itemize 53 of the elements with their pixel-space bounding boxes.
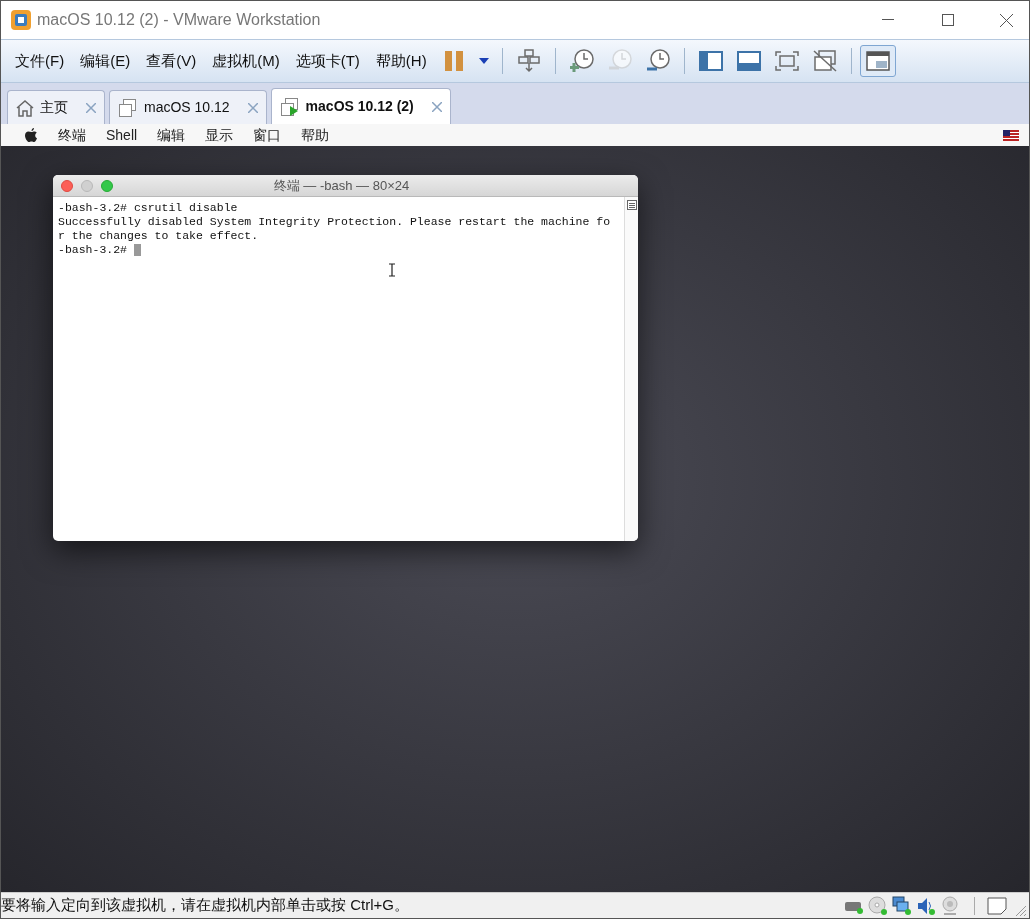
terminal-title: 终端 — -bash — 80×24 [272,176,411,195]
text-cursor-icon [388,263,396,277]
resize-grip-icon[interactable] [1013,903,1027,917]
terminal-prompt: -bash-3.2# [58,243,127,257]
menu-item[interactable]: 帮助(H) [367,47,435,75]
close-icon[interactable] [247,102,258,113]
tab[interactable]: 主页 [7,90,105,124]
minimize-icon [882,19,894,21]
tab-label: 主页 [40,98,68,117]
terminal-line: r the changes to take effect. [58,229,260,243]
terminal-line: -bash-3.2# csrutil disable [58,201,239,215]
close-icon [999,13,1013,27]
guest-menu-item[interactable]: 编辑 [157,124,186,146]
menu-item[interactable]: 选项卡(T) [287,47,368,75]
console-view-icon [865,51,890,71]
split-pane-icon[interactable] [626,200,637,210]
tab[interactable]: macOS 10.12 (2) [270,88,451,124]
status-text: 要将输入定向到该虚拟机，请在虚拟机内部单击或按 Ctrl+G。 [1,895,409,916]
close-icon[interactable] [86,102,96,113]
network-icon[interactable] [892,895,912,916]
toolbar-button[interactable] [859,45,896,77]
tab-label: macOS 10.12 (2) [305,97,414,116]
home-icon [16,98,34,117]
tab-label: macOS 10.12 [144,98,230,117]
caret-icon [478,58,489,64]
guest-menu-item[interactable]: 终端 [58,124,86,146]
pause-icon [444,51,463,71]
window-title: macOS 10.12 (2) - VMware Workstation [37,10,321,30]
note-icon[interactable] [987,896,1007,915]
menu-item[interactable]: 编辑(E) [72,47,139,75]
menu-item[interactable]: 查看(V) [138,47,205,75]
maximize-icon [942,14,954,26]
tab[interactable]: macOS 10.12 [109,90,267,124]
app-logo-icon [11,10,31,30]
flag-icon[interactable] [1003,129,1019,141]
menu-item[interactable]: 文件(F) [7,47,73,75]
bottom-bar-layout-icon [736,51,761,71]
running-machine-icon [279,96,300,117]
guest-menu-item[interactable]: 显示 [205,124,234,146]
menu-item[interactable]: 虚拟机(M) [204,47,288,75]
guest-menu-item[interactable]: 帮助 [301,124,330,146]
fullscreen-icon [774,51,799,71]
guest-menu-item[interactable]: 窗口 [253,124,282,146]
clock-plus-icon [568,49,595,73]
text-cursor [134,244,141,256]
stacked-windows-icon [812,50,837,72]
disc-icon[interactable] [868,895,888,916]
guest-menu-item[interactable]: Shell [106,124,138,146]
apple-logo-icon[interactable] [25,127,38,143]
sidebar-layout-icon [698,51,723,71]
terminal-line: Successfully disabled System Integrity Protection. Please restart the machine fo [58,215,612,229]
virtual-machine-icon [118,97,138,118]
close-icon[interactable] [431,101,442,112]
